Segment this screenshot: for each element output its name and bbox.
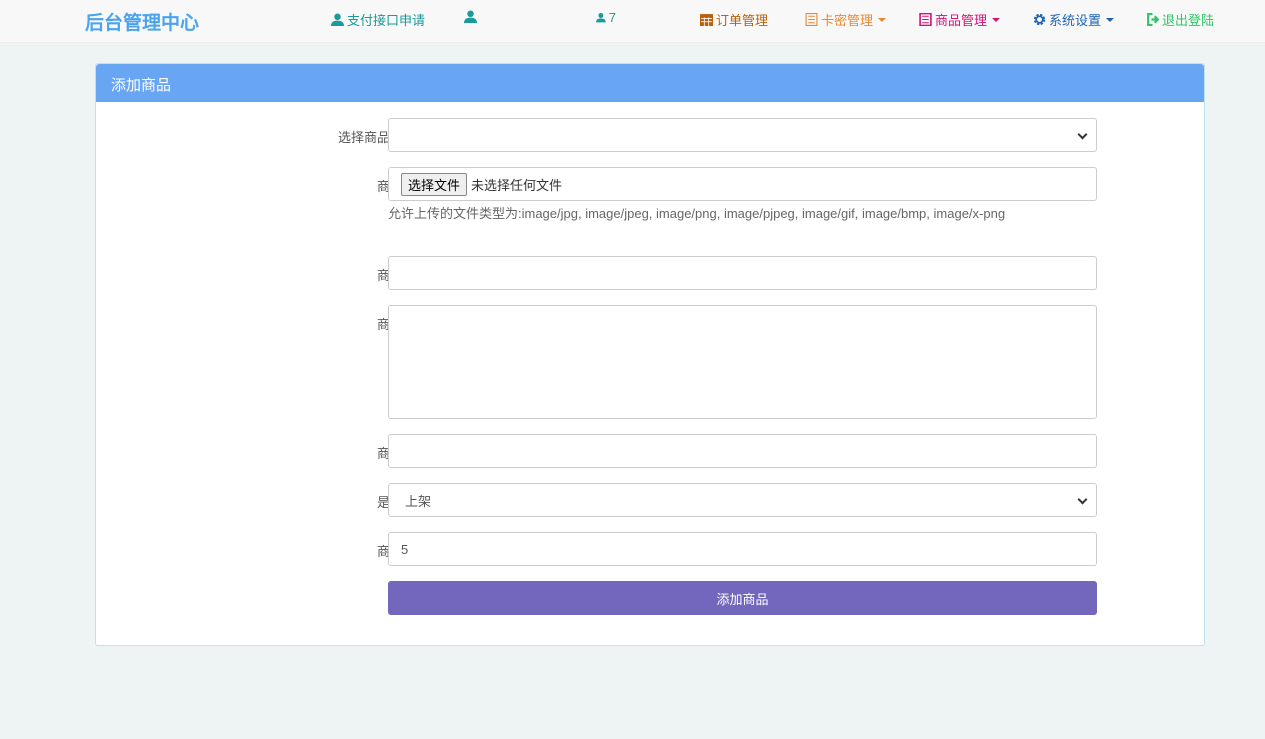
nav-pay-apply[interactable]: 支付接口申请 (331, 10, 425, 29)
nav-cards[interactable]: 卡密管理 (805, 10, 887, 29)
listed-value: 上架 (405, 493, 432, 509)
navbar: 后台管理中心 支付接口申请 7 订单管理 卡密管理 商品管理 系统设置 退出登陆 (0, 0, 1265, 43)
image-help-text: 允许上传的文件类型为:image/jpg, image/jpeg, image/… (388, 206, 1006, 221)
name-input[interactable] (388, 256, 1097, 290)
intro-textarea[interactable] (388, 305, 1097, 419)
category-select[interactable] (388, 118, 1097, 152)
sort-input[interactable]: 5 (388, 532, 1097, 566)
user-icon (596, 13, 606, 23)
user-icon (331, 13, 344, 26)
brand[interactable]: 后台管理中心 (85, 8, 199, 35)
gear-icon (1033, 13, 1046, 26)
nav-user-2[interactable]: 7 (596, 10, 616, 25)
nav-settings[interactable]: 系统设置 (1033, 10, 1115, 29)
list-icon (919, 13, 932, 26)
add-product-panel: 添加商品 选择商品的分类 商品图片 选择文件未选择任何文件 允许上传的文件类型为… (95, 63, 1205, 646)
price-input[interactable] (388, 434, 1097, 468)
caret-down-icon (878, 17, 887, 22)
nav-label: 7 (608, 10, 616, 25)
file-status: 未选择任何文件 (471, 177, 563, 193)
list-icon (805, 13, 818, 26)
nav-label: 退出登陆 (1162, 13, 1215, 28)
listed-select[interactable]: 上架 (388, 483, 1097, 517)
caret-down-icon (992, 17, 1001, 22)
user-icon (464, 10, 477, 23)
nav-user-1[interactable] (464, 10, 480, 23)
image-file-input[interactable]: 选择文件 未选择任何文件 (388, 167, 1097, 201)
choose-file-button[interactable]: 选择文件 (401, 172, 468, 196)
chevron-down-icon (1077, 494, 1088, 505)
nav-label: 订单管理 (716, 13, 769, 28)
panel-title: 添加商品 (96, 64, 1204, 102)
nav-orders[interactable]: 订单管理 (700, 10, 768, 29)
chevron-down-icon (1077, 129, 1088, 140)
logout-icon (1147, 13, 1159, 26)
nav-label: 商品管理 (935, 13, 988, 28)
nav-label: 卡密管理 (821, 13, 874, 28)
add-product-button[interactable]: 添加商品 (388, 581, 1097, 615)
nav-label: 系统设置 (1049, 13, 1102, 28)
caret-down-icon (1106, 17, 1115, 22)
nav-label: 支付接口申请 (347, 13, 426, 28)
calendar-icon (700, 14, 713, 26)
nav-products[interactable]: 商品管理 (919, 10, 1001, 29)
nav-logout[interactable]: 退出登陆 (1146, 10, 1214, 29)
